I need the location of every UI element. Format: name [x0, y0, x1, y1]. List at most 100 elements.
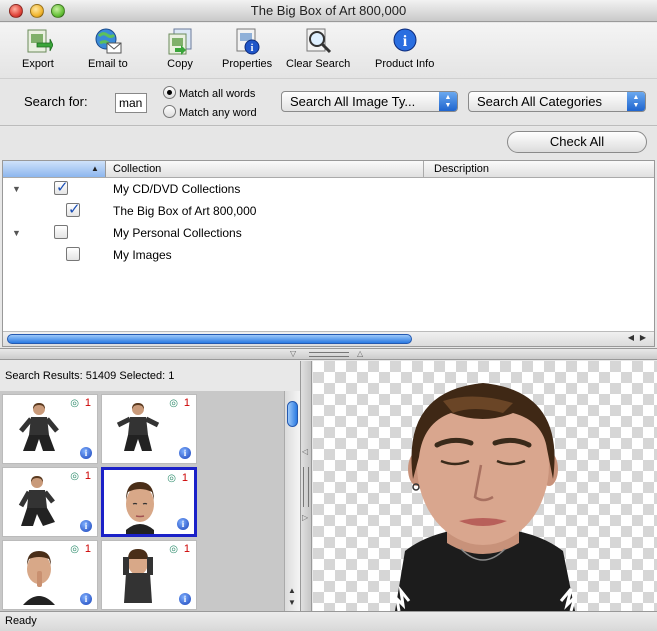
- title-bar[interactable]: The Big Box of Art 800,000: [0, 0, 657, 22]
- select-arrows-icon: ▲ ▼: [439, 92, 457, 111]
- scroll-up-icon[interactable]: ▲: [288, 586, 296, 595]
- categories-select[interactable]: Search All Categories ▲ ▼: [468, 91, 646, 112]
- thumbnail-image: [19, 403, 59, 451]
- info-icon[interactable]: i: [80, 520, 92, 532]
- product-info-button[interactable]: i Product Info: [375, 26, 434, 70]
- thumbnail-image: [123, 549, 153, 603]
- toolbar: Export Email to Copy i Properties Clear …: [0, 23, 657, 78]
- cd-disc-icon: ◎: [70, 471, 79, 482]
- window-title: The Big Box of Art 800,000: [250, 3, 407, 18]
- disclosure-triangle-icon[interactable]: ▼: [12, 228, 21, 238]
- splitter-grip[interactable]: [309, 352, 349, 357]
- row-checkbox[interactable]: [66, 247, 80, 261]
- sort-ascending-icon: ▲: [91, 164, 99, 173]
- svg-text:i: i: [402, 33, 407, 50]
- thumbnail-scrollbar[interactable]: ▲ ▼: [284, 391, 300, 611]
- thumbnail-image: [126, 482, 154, 534]
- info-icon: i: [390, 26, 420, 56]
- scroll-right-icon[interactable]: ▶: [640, 333, 646, 342]
- info-icon[interactable]: i: [177, 518, 189, 530]
- check-all-row: Check All: [0, 127, 657, 160]
- description-column-header[interactable]: Description: [423, 161, 489, 177]
- table-row[interactable]: ▼ My Personal Collections: [3, 223, 654, 245]
- table-row[interactable]: ▼ My CD/DVD Collections: [3, 178, 654, 201]
- email-globe-icon: [93, 26, 123, 56]
- badge-count: 1: [84, 397, 91, 409]
- image-type-select[interactable]: Search All Image Ty... ▲ ▼: [281, 91, 458, 112]
- collapse-right-icon[interactable]: ▷: [302, 513, 308, 522]
- cd-disc-icon: ◎: [169, 544, 178, 555]
- collapse-down-icon[interactable]: ▽: [290, 349, 296, 358]
- thumbnail-item-selected[interactable]: ◎ 1 i: [101, 467, 197, 537]
- row-checkbox[interactable]: [66, 200, 81, 218]
- table-header: ▲ Collection Description: [3, 161, 654, 178]
- cd-disc-icon: ◎: [167, 473, 176, 484]
- status-text: Ready: [5, 615, 37, 627]
- collection-column-header[interactable]: Collection: [113, 163, 161, 175]
- svg-text:i: i: [251, 43, 254, 54]
- vertical-splitter[interactable]: ◁ ▷: [300, 361, 312, 611]
- radio-indicator: [163, 105, 176, 118]
- thumbnail-item[interactable]: ◎ 1 i: [2, 467, 98, 537]
- thumbnail-image: [23, 551, 55, 605]
- status-bar: Ready: [0, 611, 657, 631]
- thumbnail-grid: ◎ 1 i ◎ 1 i ◎ 1 i ◎ 1 i ◎ 1 i ◎ 1 i: [0, 391, 284, 611]
- collapse-left-icon[interactable]: ◁: [302, 447, 308, 456]
- checkbox-column-header[interactable]: ▲: [3, 161, 106, 177]
- thumbnail-image: [18, 476, 55, 526]
- match-any-radio[interactable]: Match any word: [163, 105, 257, 119]
- badge-count: 1: [183, 543, 190, 555]
- badge-count: 1: [84, 543, 91, 555]
- selected-count: Selected: 1: [119, 370, 175, 382]
- clear-search-button[interactable]: Clear Search: [286, 26, 350, 70]
- info-icon[interactable]: i: [179, 593, 191, 605]
- results-status: Search Results: 51409 Selected: 1: [0, 361, 300, 391]
- search-bar: Search for: Match all words Match any wo…: [0, 78, 657, 126]
- properties-button[interactable]: i Properties: [222, 26, 272, 70]
- scroll-down-icon[interactable]: ▼: [288, 598, 296, 607]
- scroll-thumb[interactable]: [287, 401, 298, 427]
- email-to-button[interactable]: Email to: [88, 26, 128, 70]
- collapse-up-icon[interactable]: △: [357, 349, 363, 358]
- badge-count: 1: [181, 472, 188, 484]
- radio-indicator: [163, 86, 176, 99]
- properties-icon: i: [232, 26, 262, 56]
- scroll-thumb[interactable]: [7, 334, 412, 344]
- table-row[interactable]: The Big Box of Art 800,000: [3, 200, 654, 223]
- info-icon[interactable]: i: [80, 447, 92, 459]
- pane-splitter[interactable]: ▽ △: [0, 348, 657, 360]
- match-all-radio[interactable]: Match all words: [163, 86, 255, 100]
- thumbnail-image: [116, 403, 160, 451]
- cd-disc-icon: ◎: [70, 398, 79, 409]
- thumbnail-item[interactable]: ◎ 1 i: [101, 540, 197, 610]
- row-checkbox[interactable]: [54, 225, 68, 239]
- preview-portrait: [394, 383, 579, 611]
- thumbnail-item[interactable]: ◎ 1 i: [101, 394, 197, 464]
- search-input[interactable]: [115, 93, 147, 113]
- info-icon[interactable]: i: [80, 593, 92, 605]
- thumbnail-item[interactable]: ◎ 1 i: [2, 394, 98, 464]
- splitter-grip[interactable]: [303, 467, 309, 507]
- collection-table: ▲ Collection Description ▼ My CD/DVD Col…: [2, 160, 655, 347]
- info-icon[interactable]: i: [179, 447, 191, 459]
- badge-count: 1: [183, 397, 190, 409]
- thumbnail-item[interactable]: ◎ 1 i: [2, 540, 98, 610]
- scroll-left-icon[interactable]: ◀: [628, 333, 634, 342]
- image-preview: [313, 361, 657, 611]
- search-label: Search for:: [24, 94, 88, 109]
- copy-icon: [165, 26, 195, 56]
- results-count: Search Results: 51409: [5, 370, 117, 382]
- horizontal-scrollbar[interactable]: ◀ ▶: [3, 331, 654, 346]
- select-arrows-icon: ▲ ▼: [627, 92, 645, 111]
- copy-button[interactable]: Copy: [165, 26, 195, 70]
- disclosure-triangle-icon[interactable]: ▼: [12, 184, 21, 194]
- cd-disc-icon: ◎: [70, 544, 79, 555]
- export-button[interactable]: Export: [22, 26, 54, 70]
- magnifier-icon: [303, 26, 333, 56]
- table-row[interactable]: My Images: [3, 245, 654, 267]
- row-checkbox[interactable]: [54, 178, 69, 196]
- app-window: The Big Box of Art 800,000 Export Email …: [0, 0, 657, 631]
- export-icon: [23, 26, 54, 56]
- badge-count: 1: [84, 470, 91, 482]
- check-all-button[interactable]: Check All: [507, 131, 647, 153]
